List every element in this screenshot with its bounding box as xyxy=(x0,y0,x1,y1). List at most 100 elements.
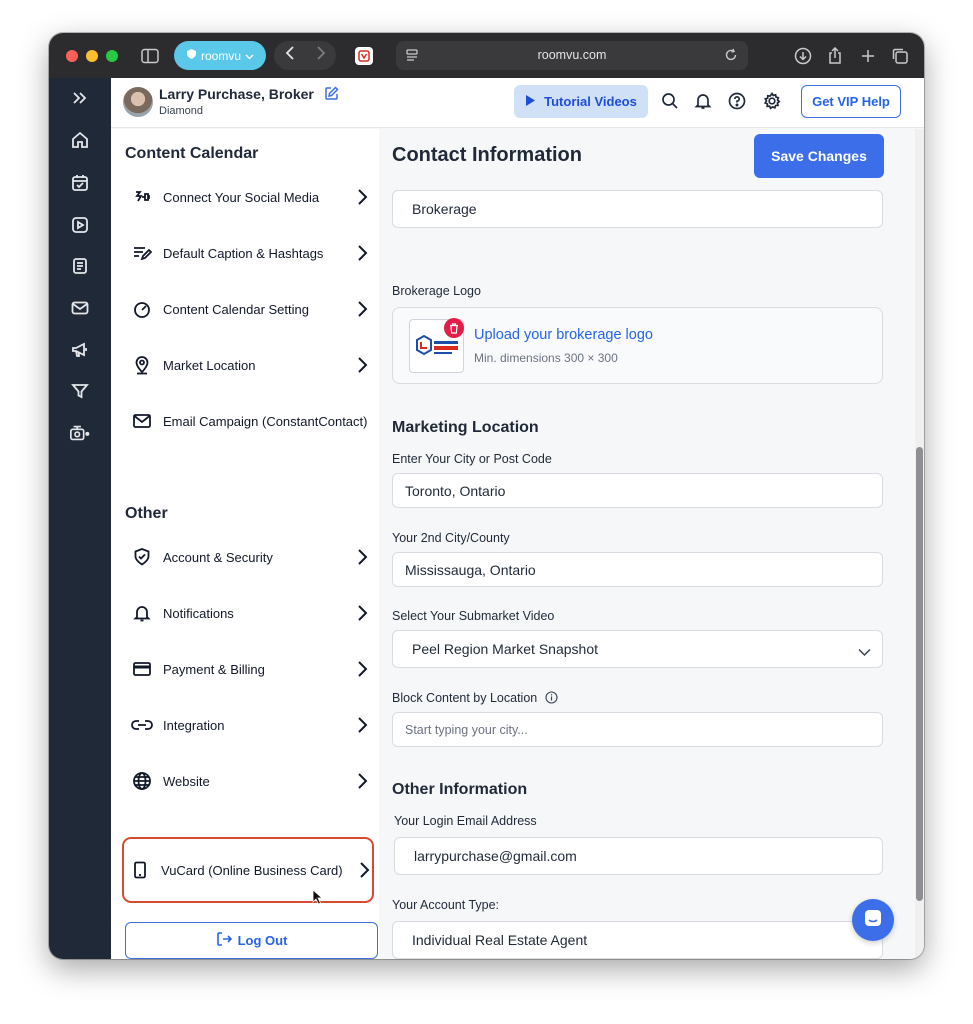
megaphone-icon[interactable] xyxy=(69,339,91,361)
user-tier: Diamond xyxy=(159,105,204,117)
globe-icon xyxy=(131,770,153,792)
nav-item-vucard[interactable]: VuCard (Online Business Card) xyxy=(119,848,373,892)
bell-icon[interactable] xyxy=(693,91,713,111)
minimize-window-button[interactable] xyxy=(86,50,98,62)
url-text: roomvu.com xyxy=(537,48,607,62)
video-icon[interactable] xyxy=(69,214,91,236)
other-heading: Other xyxy=(125,505,168,522)
mail-icon[interactable] xyxy=(69,297,91,319)
save-changes-button[interactable]: Save Changes xyxy=(754,134,884,178)
expand-icon[interactable] xyxy=(69,87,91,109)
content-calendar-heading: Content Calendar xyxy=(125,145,259,162)
city2-input[interactable]: Mississauga, Ontario xyxy=(392,552,883,587)
share-icon[interactable] xyxy=(824,44,846,67)
upload-logo-link[interactable]: Upload your brokerage logo xyxy=(474,327,653,343)
nav-item-account-security[interactable]: Account & Security xyxy=(121,535,375,579)
main-scrollbar[interactable] xyxy=(915,129,924,959)
play-icon xyxy=(525,94,536,110)
document-icon[interactable] xyxy=(69,255,91,277)
bell-icon xyxy=(131,602,153,624)
chevron-right-icon xyxy=(355,547,371,567)
email-label: Your Login Email Address xyxy=(394,814,537,828)
settings-nav: Content Calendar Connect Your Social Med… xyxy=(111,129,379,959)
forward-button[interactable] xyxy=(316,46,326,65)
chat-icon xyxy=(863,908,883,933)
tutorial-videos-button[interactable]: Tutorial Videos xyxy=(514,85,648,118)
shield-icon xyxy=(186,48,197,63)
back-button[interactable] xyxy=(285,46,295,65)
city2-label: Your 2nd City/County xyxy=(392,531,510,545)
submarket-label: Select Your Submarket Video xyxy=(392,609,555,623)
brokerage-logo-label: Brokerage Logo xyxy=(392,284,481,298)
address-bar[interactable]: roomvu.com xyxy=(396,41,748,70)
user-name: Larry Purchase, Broker xyxy=(159,86,339,104)
nav-item-market-location[interactable]: Market Location xyxy=(121,343,375,387)
close-window-button[interactable] xyxy=(66,50,78,62)
submarket-select[interactable]: Peel Region Market Snapshot xyxy=(392,630,883,668)
plug-icon xyxy=(131,186,153,208)
shield-icon xyxy=(131,546,153,568)
nav-item-default-caption[interactable]: Default Caption & Hashtags xyxy=(121,231,375,275)
new-tab-icon[interactable] xyxy=(857,44,879,67)
logout-icon xyxy=(216,931,232,950)
search-icon[interactable] xyxy=(660,91,680,111)
tab-group-label: roomvu xyxy=(200,48,241,63)
block-location-input[interactable]: Start typing your city... xyxy=(392,712,883,747)
delete-logo-icon[interactable] xyxy=(444,318,464,338)
gauge-icon xyxy=(131,298,153,320)
nav-item-content-calendar-setting[interactable]: Content Calendar Setting xyxy=(121,287,375,331)
nav-item-notifications[interactable]: Notifications xyxy=(121,591,375,635)
nav-item-payment-billing[interactable]: Payment & Billing xyxy=(121,647,375,691)
brokerage-logo-uploader[interactable]: Upload your brokerage logo Min. dimensio… xyxy=(392,307,883,384)
home-icon[interactable] xyxy=(69,129,91,151)
chevron-down-icon xyxy=(245,49,254,63)
browser-window: roomvu roomvu.com Larry Purchase, Broker… xyxy=(49,33,924,959)
avatar[interactable] xyxy=(123,87,153,117)
gear-icon[interactable] xyxy=(762,91,782,111)
browser-toolbar: roomvu roomvu.com xyxy=(49,33,924,78)
funnel-icon[interactable] xyxy=(69,380,91,402)
credit-card-icon xyxy=(131,658,153,680)
ai-robot-icon[interactable] xyxy=(69,422,91,444)
nav-item-email-campaign[interactable]: Email Campaign (ConstantContact) xyxy=(121,399,375,443)
marketing-location-heading: Marketing Location xyxy=(392,419,539,436)
city-label: Enter Your City or Post Code xyxy=(392,452,552,466)
help-icon[interactable] xyxy=(727,91,747,111)
phone-icon xyxy=(129,859,151,881)
account-type-field[interactable]: Individual Real Estate Agent xyxy=(392,921,883,959)
nav-item-connect-social[interactable]: Connect Your Social Media xyxy=(121,175,375,219)
app-header: Larry Purchase, Broker Diamond Tutorial … xyxy=(111,78,924,128)
chevron-right-icon xyxy=(355,187,371,207)
tab-overview-icon[interactable] xyxy=(889,44,911,67)
location-pin-icon xyxy=(131,354,153,376)
chevron-right-icon xyxy=(355,715,371,735)
chevron-right-icon xyxy=(355,659,371,679)
chevron-right-icon xyxy=(355,243,371,263)
nav-item-integration[interactable]: Integration xyxy=(121,703,375,747)
scrollbar-thumb[interactable] xyxy=(916,447,923,901)
zoom-window-button[interactable] xyxy=(106,50,118,62)
edit-profile-icon[interactable] xyxy=(324,86,339,104)
history-nav xyxy=(274,41,336,70)
get-vip-help-button[interactable]: Get VIP Help xyxy=(801,85,901,118)
calendar-icon[interactable] xyxy=(69,172,91,194)
nav-item-website[interactable]: Website xyxy=(121,759,375,803)
logout-button[interactable]: Log Out xyxy=(125,922,378,959)
caption-icon xyxy=(131,242,153,264)
city-input[interactable]: Toronto, Ontario xyxy=(392,473,883,508)
chat-support-button[interactable] xyxy=(852,899,894,941)
contact-info-panel: Contact Information Save Changes Brokera… xyxy=(379,129,915,959)
favicon-icon[interactable] xyxy=(355,47,373,65)
email-field[interactable]: larrypurchase@gmail.com xyxy=(394,837,883,875)
account-type-label: Your Account Type: xyxy=(392,898,500,912)
info-icon[interactable] xyxy=(545,691,558,707)
chevron-down-icon xyxy=(858,644,871,660)
chevron-right-icon xyxy=(355,299,371,319)
chevron-right-icon xyxy=(355,771,371,791)
reload-icon[interactable] xyxy=(724,48,738,67)
brokerage-field[interactable]: Brokerage xyxy=(392,190,883,228)
link-icon xyxy=(131,714,153,736)
tab-group-pill[interactable]: roomvu xyxy=(174,41,266,70)
downloads-icon[interactable] xyxy=(792,44,814,67)
sidebar-toggle-icon[interactable] xyxy=(139,44,161,67)
